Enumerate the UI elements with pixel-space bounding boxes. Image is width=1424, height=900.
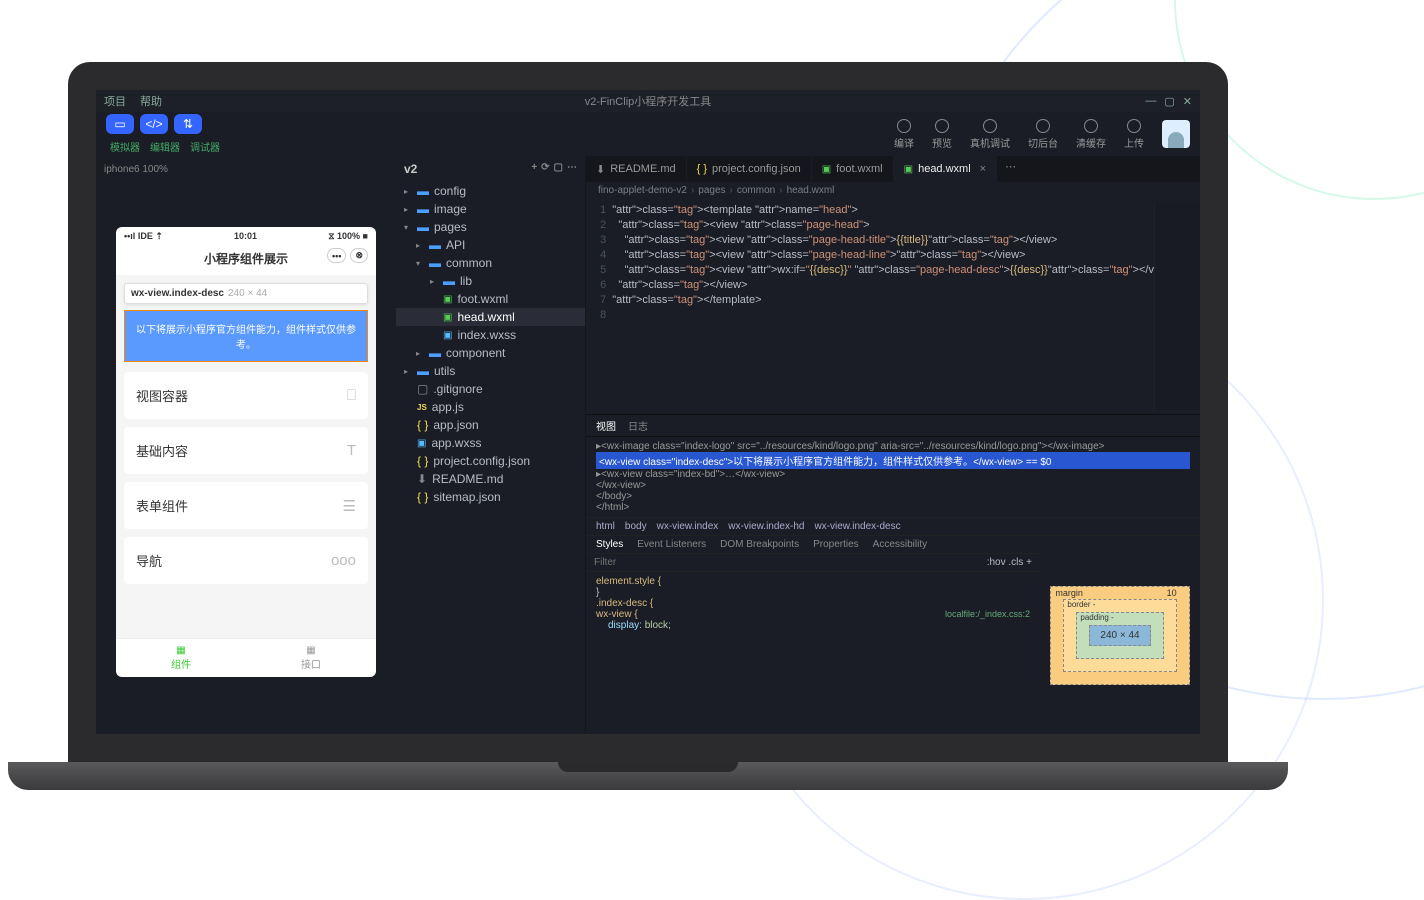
devtools-tab[interactable]: 日志 xyxy=(628,418,648,433)
file-tree-item[interactable]: ▾▬ pages xyxy=(396,218,585,236)
capsule-menu[interactable]: ••• xyxy=(327,248,346,263)
file-tree-item[interactable]: ▾▬ common xyxy=(396,254,585,272)
explorer-action-icon[interactable]: ⟳ xyxy=(541,162,549,176)
minimize-icon[interactable]: — xyxy=(1145,95,1156,108)
window-title: v2-FinClip小程序开发工具 xyxy=(585,93,712,109)
menu-help[interactable]: 帮助 xyxy=(140,93,162,109)
devtools: 视图日志 ▸<wx-image class="index-logo" src="… xyxy=(586,414,1200,734)
dom-path-segment[interactable]: wx-view.index xyxy=(657,521,719,532)
inspect-tooltip: wx-view.index-desc240 × 44 xyxy=(124,283,368,304)
dom-path-segment[interactable]: wx-view.index-desc xyxy=(814,521,900,532)
list-item[interactable]: 视图容器⎕ xyxy=(124,372,368,419)
file-tree-item[interactable]: ▸▬ lib xyxy=(396,272,585,290)
file-tree-item[interactable]: { } sitemap.json xyxy=(396,488,585,506)
styles-panel-tab[interactable]: Properties xyxy=(813,539,859,550)
toolbar-remote[interactable]: 真机调试 xyxy=(970,119,1010,150)
avatar[interactable] xyxy=(1162,120,1190,148)
tabbar-item[interactable]: ▦接口 xyxy=(246,639,376,677)
css-rules[interactable]: element.style {}.index-desc {</span></di… xyxy=(586,572,1040,635)
dom-path-segment[interactable]: html xyxy=(596,521,615,532)
toolbar-clear[interactable]: 清缓存 xyxy=(1076,119,1106,150)
explorer-action-icon[interactable]: ⋯ xyxy=(567,162,577,176)
file-tree-item[interactable]: ▸▬ image xyxy=(396,200,585,218)
simulator-panel: iphone6 100% ••ıl IDE ⇡ 10:01 ⧖ 100% ■ 小… xyxy=(96,156,396,734)
list-item[interactable]: 基础内容T xyxy=(124,427,368,474)
styles-panel-tab[interactable]: Event Listeners xyxy=(637,539,706,550)
file-tree-item[interactable]: JS app.js xyxy=(396,398,585,416)
filter-tools[interactable]: :hov .cls + xyxy=(987,557,1032,568)
code-editor[interactable]: 12345678 "attr">class="tag"><template "a… xyxy=(586,199,1200,414)
maximize-icon[interactable]: ▢ xyxy=(1164,95,1174,108)
file-tree-item[interactable]: { } project.config.json xyxy=(396,452,585,470)
editor-tab[interactable]: ⬇ README.md xyxy=(586,156,687,182)
file-tree-item[interactable]: ▣ foot.wxml xyxy=(396,290,585,308)
dom-path[interactable]: html body wx-view.index wx-view.index-hd wx-… xyxy=(586,517,1200,536)
debugger-toggle[interactable]: ⇅ xyxy=(174,114,202,134)
tabs-more-icon[interactable]: ⋯ xyxy=(997,156,1024,182)
styles-panel-tab[interactable]: Accessibility xyxy=(873,539,927,550)
tabbar-item[interactable]: ▦组件 xyxy=(116,639,246,677)
devtools-tab[interactable]: 视图 xyxy=(596,418,616,433)
tab-close-icon[interactable]: × xyxy=(980,163,986,175)
dom-path-segment[interactable]: wx-view.index-hd xyxy=(728,521,804,532)
toolbar-preview[interactable]: 预览 xyxy=(932,119,952,150)
list-item[interactable]: 导航ooo xyxy=(124,537,368,584)
toolbar-background[interactable]: 切后台 xyxy=(1028,119,1058,150)
menubar: 项目 帮助 v2-FinClip小程序开发工具 — ▢ ✕ xyxy=(96,90,1200,112)
styles-panel-tab[interactable]: Styles xyxy=(596,539,623,550)
file-tree-item[interactable]: ▸▬ utils xyxy=(396,362,585,380)
menu-project[interactable]: 项目 xyxy=(104,93,126,109)
editor-panel: ⬇ README.md{ } project.config.json▣ foot… xyxy=(586,156,1200,734)
explorer-action-icon[interactable]: ▢ xyxy=(554,162,563,176)
file-tree-item[interactable]: ▸▬ config xyxy=(396,182,585,200)
breadcrumbs[interactable]: fino-applet-demo-v2›pages›common›head.wx… xyxy=(586,182,1200,199)
highlighted-element[interactable]: 以下将展示小程序官方组件能力，组件样式仅供参考。 xyxy=(124,310,368,362)
simulator-toggle[interactable]: ▭ xyxy=(106,114,134,134)
toolbar: ▭ </> ⇅ 模拟器 编辑器 调试器 编译预览真机调试切后台清缓存上传 xyxy=(96,112,1200,156)
box-model: margin 10 border - padding - 240 × 44 xyxy=(1040,536,1200,734)
file-tree-item[interactable]: ▢ .gitignore xyxy=(396,380,585,398)
app-title: 小程序组件展示 xyxy=(204,252,288,266)
project-name[interactable]: v2 xyxy=(404,162,417,176)
editor-toggle[interactable]: </> xyxy=(140,114,168,134)
file-tree-item[interactable]: ⬇ README.md xyxy=(396,470,585,488)
list-item[interactable]: 表单组件☰ xyxy=(124,482,368,529)
capsule-close[interactable]: ⊗ xyxy=(350,248,368,263)
editor-tab[interactable]: ▣ head.wxml× xyxy=(894,156,997,182)
file-explorer: v2 + ⟳ ▢ ⋯ ▸▬ config▸▬ image▾▬ pages▸▬ API▾… xyxy=(396,156,586,734)
close-icon[interactable]: ✕ xyxy=(1183,95,1192,108)
file-tree-item[interactable]: ▣ index.wxss xyxy=(396,326,585,344)
file-tree-item[interactable]: ▣ app.wxss xyxy=(396,434,585,452)
toolbar-compile[interactable]: 编译 xyxy=(894,119,914,150)
styles-panel-tab[interactable]: DOM Breakpoints xyxy=(720,539,799,550)
file-tree-item[interactable]: ▸▬ API xyxy=(396,236,585,254)
toolbar-upload[interactable]: 上传 xyxy=(1124,119,1144,150)
phone-frame: ••ıl IDE ⇡ 10:01 ⧖ 100% ■ 小程序组件展示 ••• ⊗ xyxy=(116,227,376,677)
editor-tab[interactable]: { } project.config.json xyxy=(687,156,812,182)
styles-filter-input[interactable] xyxy=(594,557,987,568)
ide-window: 项目 帮助 v2-FinClip小程序开发工具 — ▢ ✕ ▭ </> ⇅ xyxy=(96,90,1200,734)
file-tree-item[interactable]: ▸▬ component xyxy=(396,344,585,362)
dom-tree[interactable]: ▸<wx-image class="index-logo" src="../re… xyxy=(586,437,1200,517)
explorer-action-icon[interactable]: + xyxy=(531,162,537,176)
editor-tab[interactable]: ▣ foot.wxml xyxy=(812,156,894,182)
device-info: iphone6 100% xyxy=(96,162,396,177)
file-tree-item[interactable]: { } app.json xyxy=(396,416,585,434)
laptop-frame: 项目 帮助 v2-FinClip小程序开发工具 — ▢ ✕ ▭ </> ⇅ xyxy=(68,62,1228,790)
minimap[interactable] xyxy=(1154,203,1200,410)
dom-path-segment[interactable]: body xyxy=(625,521,647,532)
file-tree-item[interactable]: ▣ head.wxml xyxy=(396,308,585,326)
